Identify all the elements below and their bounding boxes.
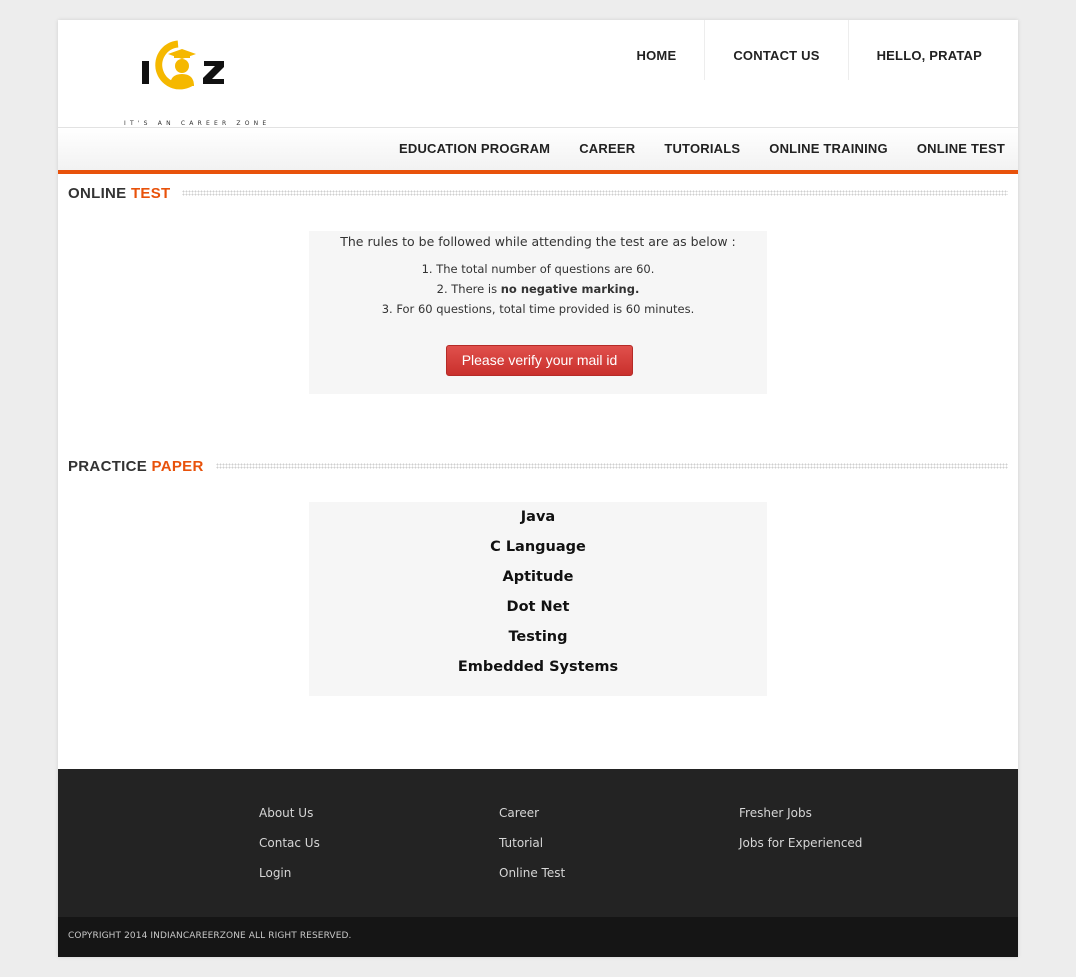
rule-item: 3. For 60 questions, total time provided… [381, 302, 695, 316]
nav-home[interactable]: HOME [609, 20, 705, 80]
top-nav: HOME CONTACT US HELLO, PRATAP [609, 20, 1018, 80]
footer-link-tutorial[interactable]: Tutorial [499, 834, 565, 864]
online-test-heading: ONLINE TEST [68, 183, 1008, 203]
rule-text: 2. There is [436, 282, 501, 296]
practice-paper-title-main: PRACTICE [68, 457, 148, 475]
test-rules-box: The rules to be followed while attending… [309, 231, 767, 394]
practice-paper-title: PRACTICE PAPER [68, 458, 216, 475]
rule-item: 2. There is no negative marking. [309, 279, 767, 299]
paper-link-dot-net[interactable]: Dot Net [309, 592, 767, 622]
practice-papers-box: Java C Language Aptitude Dot Net Testing… [309, 502, 767, 696]
main-nav: EDUCATION PROGRAM CAREER TUTORIALS ONLIN… [385, 128, 1019, 170]
footer-link-online-test[interactable]: Online Test [499, 864, 565, 894]
footer-column-2: Career Tutorial Online Test [499, 804, 565, 894]
paper-link-c-language[interactable]: C Language [309, 532, 767, 562]
footer-link-about-us[interactable]: About Us [259, 804, 320, 834]
footer-column-1: About Us Contac Us Login [259, 804, 320, 894]
footer: About Us Contac Us Login Career Tutorial… [58, 769, 1018, 917]
nav-online-training[interactable]: ONLINE TRAINING [755, 128, 903, 170]
footer-link-jobs-experienced[interactable]: Jobs for Experienced [739, 834, 862, 864]
paper-link-java[interactable]: Java [309, 502, 767, 532]
footer-link-contact-us[interactable]: Contac Us [259, 834, 320, 864]
nav-online-test[interactable]: ONLINE TEST [902, 128, 1018, 170]
heading-divider [215, 463, 1008, 469]
rule-item: 1. The total number of questions are 60. [421, 262, 655, 276]
footer-link-career[interactable]: Career [499, 804, 565, 834]
nav-user-greeting[interactable]: HELLO, PRATAP [847, 20, 1018, 80]
verify-email-button[interactable]: Please verify your mail id [446, 345, 633, 376]
online-test-title: ONLINE TEST [68, 185, 182, 202]
rule-emphasis: no negative marking. [500, 282, 640, 296]
copyright-bar: COPYRIGHT 2014 INDIANCAREERZONE ALL RIGH… [58, 917, 1018, 957]
practice-papers-list: Java C Language Aptitude Dot Net Testing… [309, 502, 767, 682]
footer-column-3: Fresher Jobs Jobs for Experienced [739, 804, 862, 864]
online-test-title-accent: TEST [130, 184, 171, 202]
footer-link-fresher-jobs[interactable]: Fresher Jobs [739, 804, 862, 834]
footer-link-login[interactable]: Login [259, 864, 320, 894]
heading-divider [182, 190, 1008, 196]
practice-paper-heading: PRACTICE PAPER [68, 456, 1008, 476]
paper-link-embedded-systems[interactable]: Embedded Systems [309, 652, 767, 682]
site-logo[interactable]: IT'S AN CAREER ZONE [120, 40, 270, 127]
page-container: IT'S AN CAREER ZONE HOME CONTACT US HELL… [58, 20, 1018, 957]
paper-link-testing[interactable]: Testing [309, 622, 767, 652]
nav-career[interactable]: CAREER [565, 128, 650, 170]
rules-intro: The rules to be followed while attending… [340, 234, 736, 249]
logo-graphic [142, 40, 224, 90]
rules-list: 1. The total number of questions are 60.… [309, 259, 767, 319]
nav-contact-us[interactable]: CONTACT US [704, 20, 847, 80]
logo-tagline: IT'S AN CAREER ZONE [124, 120, 271, 127]
paper-link-aptitude[interactable]: Aptitude [309, 562, 767, 592]
main-nav-bar: EDUCATION PROGRAM CAREER TUTORIALS ONLIN… [58, 127, 1018, 174]
nav-tutorials[interactable]: TUTORIALS [650, 128, 755, 170]
nav-education-program[interactable]: EDUCATION PROGRAM [385, 128, 565, 170]
practice-paper-title-accent: PAPER [151, 457, 204, 475]
online-test-title-main: ONLINE [68, 184, 127, 202]
top-header: IT'S AN CAREER ZONE HOME CONTACT US HELL… [58, 20, 1018, 127]
copyright-text: COPYRIGHT 2014 INDIANCAREERZONE ALL RIGH… [68, 931, 352, 941]
